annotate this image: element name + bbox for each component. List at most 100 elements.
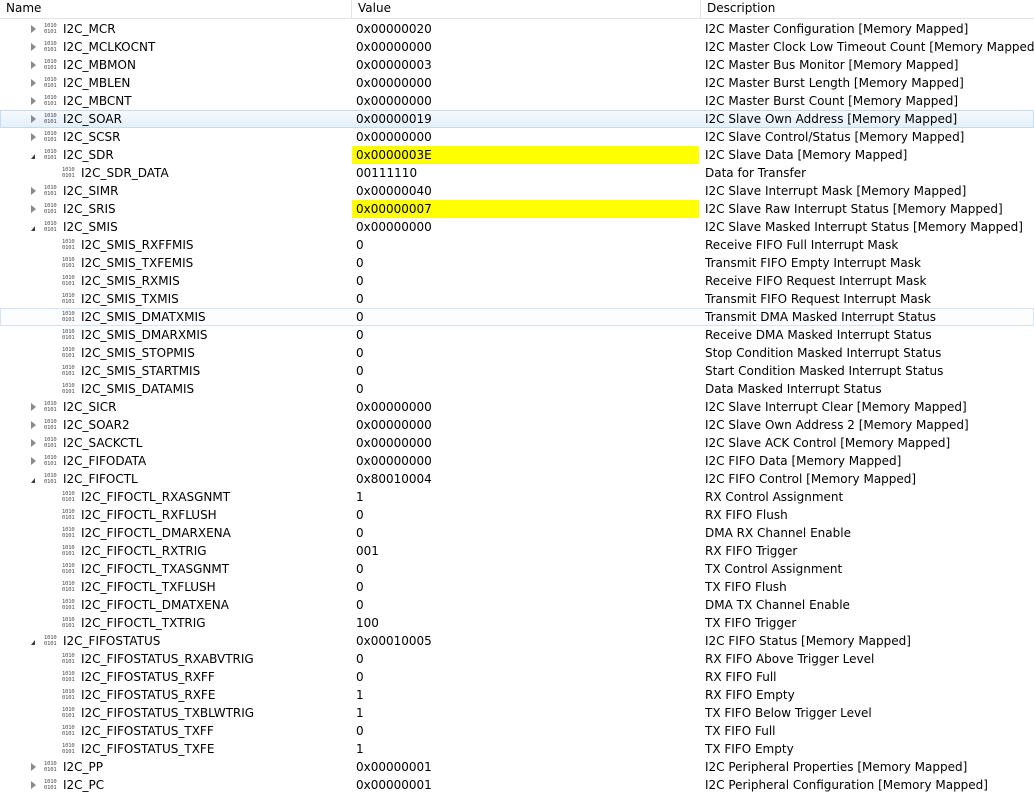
collapsed-twisty-icon[interactable] bbox=[28, 38, 38, 56]
register-name-cell[interactable]: 1010 0101 I2C_MCLKOCNT bbox=[0, 38, 350, 56]
register-value[interactable]: 0x00000000 bbox=[352, 128, 699, 146]
register-value[interactable]: 001 bbox=[352, 542, 699, 560]
register-value[interactable]: 1 bbox=[352, 686, 699, 704]
register-value[interactable]: 0x00000000 bbox=[352, 416, 699, 434]
register-name-cell[interactable]: 1010 0101 I2C_FIFOCTL_RXTRIG bbox=[0, 542, 350, 560]
register-value[interactable]: 100 bbox=[352, 614, 699, 632]
register-name-cell[interactable]: 1010 0101 I2C_SCSR bbox=[0, 128, 350, 146]
register-value[interactable]: 0x00010005 bbox=[352, 632, 699, 650]
register-name-cell[interactable]: 1010 0101 I2C_MBCNT bbox=[0, 92, 350, 110]
register-value[interactable]: 0 bbox=[352, 668, 699, 686]
collapsed-twisty-icon[interactable] bbox=[28, 200, 38, 218]
register-row[interactable]: 1010 0101 I2C_SMIS_TXMIS 0 Transmit FIFO Req… bbox=[0, 290, 1034, 308]
register-value[interactable]: 0 bbox=[352, 578, 699, 596]
register-row[interactable]: 1010 0101 I2C_FIFOSTATUS 0x00010005 I2C FIFO… bbox=[0, 632, 1034, 650]
collapsed-twisty-icon[interactable] bbox=[28, 758, 38, 776]
register-name-cell[interactable]: 1010 0101 I2C_FIFOSTATUS_TXFF bbox=[0, 722, 350, 740]
register-row[interactable]: 1010 0101 I2C_SMIS_STOPMIS 0 Stop Condition … bbox=[0, 344, 1034, 362]
register-name-cell[interactable]: 1010 0101 I2C_FIFOCTL_RXASGNMT bbox=[0, 488, 350, 506]
column-header-value[interactable]: Value bbox=[351, 0, 699, 18]
expanded-twisty-icon[interactable] bbox=[28, 470, 38, 488]
register-row[interactable]: 1010 0101 I2C_FIFOSTATUS_RXFF 0 RX FIFO Full bbox=[0, 668, 1034, 686]
register-row[interactable]: 1010 0101 I2C_PP 0x00000001 I2C Peripheral P… bbox=[0, 758, 1034, 776]
register-name-cell[interactable]: 1010 0101 I2C_SMIS_RXMIS bbox=[0, 272, 350, 290]
register-value[interactable]: 0x80010004 bbox=[352, 470, 699, 488]
expanded-twisty-icon[interactable] bbox=[28, 146, 38, 164]
register-value[interactable]: 1 bbox=[352, 704, 699, 722]
register-row[interactable]: 1010 0101 I2C_SOAR2 0x00000000 I2C Slave Own… bbox=[0, 416, 1034, 434]
register-row[interactable]: 1010 0101 I2C_FIFOSTATUS_RXABVTRIG 0 RX FIFO… bbox=[0, 650, 1034, 668]
register-row[interactable]: 1010 0101 I2C_FIFOCTL_RXFLUSH 0 RX FIFO Flus… bbox=[0, 506, 1034, 524]
register-row[interactable]: 1010 0101 I2C_MBLEN 0x00000000 I2C Master Bu… bbox=[0, 74, 1034, 92]
register-value[interactable]: 0 bbox=[352, 362, 699, 380]
collapsed-twisty-icon[interactable] bbox=[28, 92, 38, 110]
collapsed-twisty-icon[interactable] bbox=[28, 434, 38, 452]
register-row[interactable]: 1010 0101 I2C_FIFOCTL_RXTRIG 001 RX FIFO Tri… bbox=[0, 542, 1034, 560]
register-value[interactable]: 0 bbox=[352, 722, 699, 740]
register-name-cell[interactable]: 1010 0101 I2C_FIFOCTL_RXFLUSH bbox=[0, 506, 350, 524]
register-name-cell[interactable]: 1010 0101 I2C_SIMR bbox=[0, 182, 350, 200]
register-value[interactable]: 0x00000040 bbox=[352, 182, 699, 200]
register-value[interactable]: 0 bbox=[352, 254, 699, 272]
register-name-cell[interactable]: 1010 0101 I2C_FIFOSTATUS_TXBLWTRIG bbox=[0, 704, 350, 722]
register-name-cell[interactable]: 1010 0101 I2C_FIFOSTATUS_RXFE bbox=[0, 686, 350, 704]
register-value[interactable]: 0x00000001 bbox=[352, 758, 699, 776]
collapsed-twisty-icon[interactable] bbox=[28, 416, 38, 434]
register-name-cell[interactable]: 1010 0101 I2C_SOAR2 bbox=[0, 416, 350, 434]
register-value[interactable]: 0x00000003 bbox=[352, 56, 699, 74]
column-header-name[interactable]: Name bbox=[0, 0, 350, 18]
register-row[interactable]: 1010 0101 I2C_FIFOSTATUS_TXFF 0 TX FIFO Full bbox=[0, 722, 1034, 740]
register-value[interactable]: 1 bbox=[352, 488, 699, 506]
register-value-changed[interactable]: 0x0000003E bbox=[352, 146, 699, 164]
register-name-cell[interactable]: 1010 0101 I2C_SMIS_TXMIS bbox=[0, 290, 350, 308]
register-row[interactable]: 1010 0101 I2C_SOAR 0x00000019 I2C Slave Own … bbox=[0, 110, 1034, 128]
register-row[interactable]: 1010 0101 I2C_SMIS_STARTMIS 0 Start Conditio… bbox=[0, 362, 1034, 380]
register-row[interactable]: 1010 0101 I2C_FIFOCTL_TXFLUSH 0 TX FIFO Flus… bbox=[0, 578, 1034, 596]
collapsed-twisty-icon[interactable] bbox=[28, 20, 38, 38]
register-value[interactable]: 0x00000001 bbox=[352, 776, 699, 794]
register-name-cell[interactable]: 1010 0101 I2C_SDR bbox=[0, 146, 350, 164]
register-value-changed[interactable]: 0x00000007 bbox=[352, 200, 699, 218]
register-row[interactable]: 1010 0101 I2C_FIFOCTL 0x80010004 I2C FIFO Co… bbox=[0, 470, 1034, 488]
register-name-cell[interactable]: 1010 0101 I2C_SICR bbox=[0, 398, 350, 416]
register-name-cell[interactable]: 1010 0101 I2C_FIFOSTATUS_RXFF bbox=[0, 668, 350, 686]
register-name-cell[interactable]: 1010 0101 I2C_FIFOCTL_TXASGNMT bbox=[0, 560, 350, 578]
register-name-cell[interactable]: 1010 0101 I2C_FIFOCTL_TXTRIG bbox=[0, 614, 350, 632]
collapsed-twisty-icon[interactable] bbox=[28, 110, 38, 128]
expanded-twisty-icon[interactable] bbox=[28, 218, 38, 236]
register-name-cell[interactable]: 1010 0101 I2C_SMIS_TXFEMIS bbox=[0, 254, 350, 272]
register-name-cell[interactable]: 1010 0101 I2C_PC bbox=[0, 776, 350, 794]
register-value[interactable]: 0x00000000 bbox=[352, 38, 699, 56]
register-name-cell[interactable]: 1010 0101 I2C_FIFOCTL_DMATXENA bbox=[0, 596, 350, 614]
register-row[interactable]: 1010 0101 I2C_FIFOCTL_DMATXENA 0 DMA TX Chan… bbox=[0, 596, 1034, 614]
register-row[interactable]: 1010 0101 I2C_MCLKOCNT 0x00000000 I2C Master… bbox=[0, 38, 1034, 56]
register-name-cell[interactable]: 1010 0101 I2C_MBMON bbox=[0, 56, 350, 74]
collapsed-twisty-icon[interactable] bbox=[28, 128, 38, 146]
register-name-cell[interactable]: 1010 0101 I2C_SMIS bbox=[0, 218, 350, 236]
register-value[interactable]: 0x00000000 bbox=[352, 92, 699, 110]
register-name-cell[interactable]: 1010 0101 I2C_SOAR bbox=[0, 110, 350, 128]
register-row[interactable]: 1010 0101 I2C_FIFOCTL_TXASGNMT 0 TX Control … bbox=[0, 560, 1034, 578]
register-row[interactable]: 1010 0101 I2C_FIFOCTL_TXTRIG 100 TX FIFO Tri… bbox=[0, 614, 1034, 632]
register-name-cell[interactable]: 1010 0101 I2C_SRIS bbox=[0, 200, 350, 218]
register-row[interactable]: 1010 0101 I2C_SMIS_RXMIS 0 Receive FIFO Requ… bbox=[0, 272, 1034, 290]
register-value[interactable]: 0 bbox=[352, 560, 699, 578]
register-row[interactable]: 1010 0101 I2C_FIFOCTL_DMARXENA 0 DMA RX Chan… bbox=[0, 524, 1034, 542]
register-value[interactable]: 0 bbox=[352, 272, 699, 290]
register-value[interactable]: 0x00000000 bbox=[352, 398, 699, 416]
register-value[interactable]: 0x00000019 bbox=[352, 110, 699, 128]
register-row[interactable]: 1010 0101 I2C_SMIS 0x00000000 I2C Slave Mask… bbox=[0, 218, 1034, 236]
register-value[interactable]: 0 bbox=[352, 506, 699, 524]
register-row[interactable]: 1010 0101 I2C_SMIS_DATAMIS 0 Data Masked Int… bbox=[0, 380, 1034, 398]
register-name-cell[interactable]: 1010 0101 I2C_SMIS_STARTMIS bbox=[0, 362, 350, 380]
collapsed-twisty-icon[interactable] bbox=[28, 776, 38, 794]
register-name-cell[interactable]: 1010 0101 I2C_SMIS_DMARXMIS bbox=[0, 326, 350, 344]
collapsed-twisty-icon[interactable] bbox=[28, 452, 38, 470]
register-value[interactable]: 0 bbox=[352, 596, 699, 614]
register-value[interactable]: 0x00000000 bbox=[352, 218, 699, 236]
register-name-cell[interactable]: 1010 0101 I2C_MCR bbox=[0, 20, 350, 38]
register-row[interactable]: 1010 0101 I2C_SMIS_RXFFMIS 0 Receive FIFO Fu… bbox=[0, 236, 1034, 254]
register-row[interactable]: 1010 0101 I2C_SMIS_TXFEMIS 0 Transmit FIFO E… bbox=[0, 254, 1034, 272]
register-value[interactable]: 0 bbox=[352, 236, 699, 254]
register-name-cell[interactable]: 1010 0101 I2C_SMIS_STOPMIS bbox=[0, 344, 350, 362]
